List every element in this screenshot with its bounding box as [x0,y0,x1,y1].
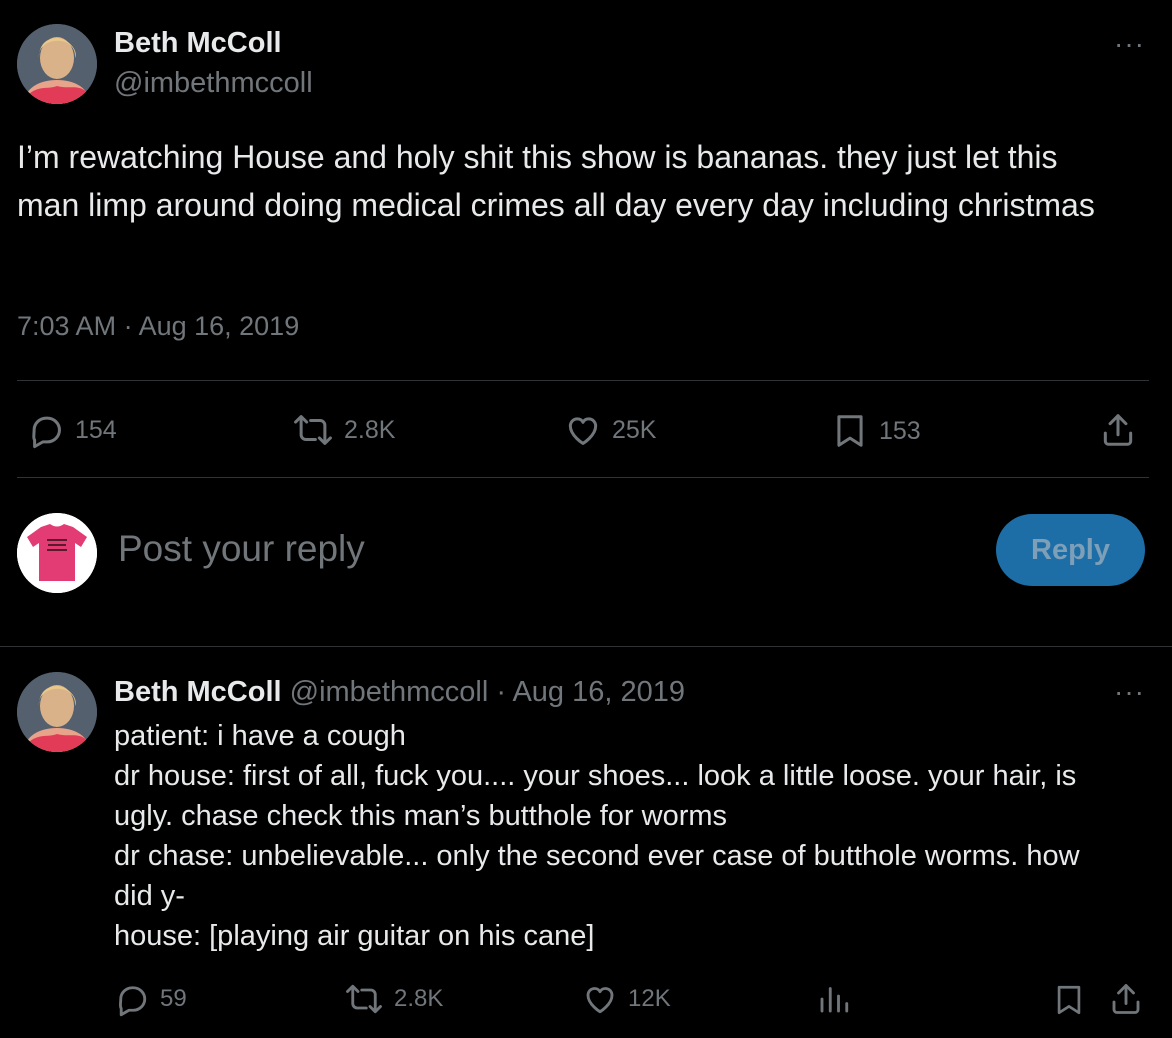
views-icon [816,981,852,1017]
tweet-text: I’m rewatching House and holy shit this … [17,139,1095,223]
reply-line: dr house: first of all, fuck you.... you… [114,760,1077,792]
reply-input[interactable]: Post your reply [118,528,365,570]
reply-author-name[interactable]: Beth McColl [114,676,282,708]
share-button[interactable] [1099,411,1137,449]
reply-count: 154 [75,415,117,444]
like-action[interactable]: 25K [564,411,656,449]
reply-line: patient: i have a cough [114,720,406,752]
like-count: 12K [628,985,671,1012]
reply-bookmark-action[interactable] [1052,981,1086,1019]
bookmark-icon [831,411,869,451]
reply-reply-action[interactable]: 59 [114,981,187,1017]
reply-action[interactable]: 154 [27,411,117,449]
reply-line: did y- [114,880,185,912]
share-icon [1099,411,1137,449]
reply-views-action[interactable] [816,981,852,1017]
reply-author-handle[interactable]: @imbethmccoll [290,676,489,708]
bookmark-action[interactable]: 153 [831,411,921,451]
reply-repost-action[interactable]: 2.8K [344,981,443,1017]
repost-count: 2.8K [394,985,444,1012]
reply-line: ugly. chase check this man’s butthole fo… [114,800,728,832]
reply-line: house: [playing air guitar on his cane] [114,920,595,952]
repost-action[interactable]: 2.8K [292,411,395,449]
author-handle[interactable]: @imbethmccoll [114,67,313,100]
like-count: 25K [612,415,657,444]
reply-share-button[interactable] [1108,981,1144,1017]
bookmark-count: 153 [879,416,921,445]
bookmark-icon [1052,981,1086,1019]
divider [17,380,1149,381]
more-icon[interactable]: ··· [1114,28,1145,60]
reply-author-avatar[interactable] [17,672,97,752]
reply-button[interactable]: Reply [996,514,1145,586]
repost-icon [344,981,384,1017]
divider [0,646,1172,647]
reply-like-action[interactable]: 12K [582,981,671,1017]
more-icon[interactable]: ··· [1114,676,1145,708]
like-icon [564,411,602,449]
repost-count: 2.8K [344,415,396,444]
user-avatar[interactable] [17,513,97,593]
share-icon [1108,981,1144,1017]
tweet-timestamp[interactable]: 7:03 AM · Aug 16, 2019 [17,311,299,342]
like-icon [582,981,618,1017]
author-name[interactable]: Beth McColl [114,27,282,60]
reply-icon [27,411,65,449]
reply-icon [114,981,150,1017]
author-avatar[interactable] [17,24,97,104]
reply-header: Beth McColl @imbethmccoll · Aug 16, 2019 [114,676,685,709]
reply-line: dr chase: unbelievable... only the secon… [114,840,1080,872]
reply-date[interactable]: · Aug 16, 2019 [496,676,685,708]
reply-count: 59 [160,985,187,1012]
repost-icon [292,411,334,449]
reply-text: patient: i have a cough dr house: first … [114,716,1170,956]
divider [17,477,1149,478]
